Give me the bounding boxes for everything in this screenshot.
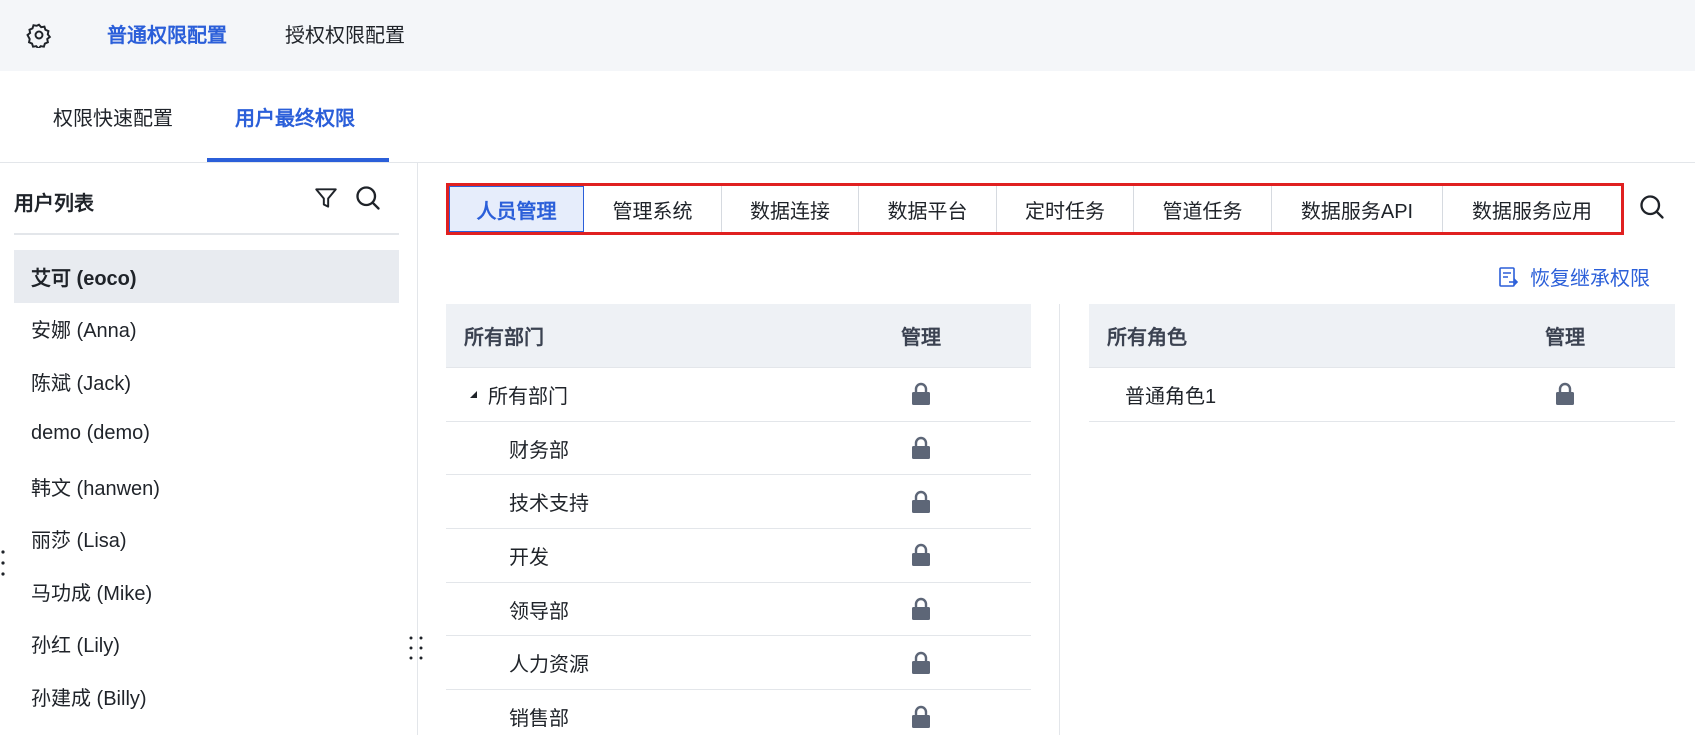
user-item[interactable]: 韩文 (hanwen) [14,460,399,513]
lock-icon[interactable] [1554,382,1576,406]
lock-icon[interactable] [910,705,932,729]
user-item[interactable]: 马功成 (Mike) [14,565,399,618]
department-name: 领导部 [509,600,569,623]
module-tab-data-platform[interactable]: 数据平台 [859,186,997,232]
table-row: 销售部 [446,690,1031,744]
user-list: 艾可 (eoco) 安娜 (Anna) 陈斌 (Jack) demo (demo… [14,250,399,723]
restore-label: 恢复继承权限 [1530,268,1650,290]
role-name: 普通角色1 [1125,385,1217,408]
user-item[interactable]: 丽莎 (Lisa) [14,513,399,566]
restore-icon [1499,266,1519,287]
lock-icon[interactable] [910,436,932,460]
top-bar: 普通权限配置 授权权限配置 [0,0,1695,71]
module-tabs: 人员管理 管理系统 数据连接 数据平台 定时任务 管道任务 数据服务API 数据… [446,183,1624,235]
divider [1059,304,1060,735]
search-icon[interactable] [1638,193,1666,221]
column-header: 管理 [901,327,941,349]
column-header: 所有角色 [1107,327,1187,349]
module-tab-system[interactable]: 管理系统 [584,186,722,232]
module-tab-data-api[interactable]: 数据服务API [1272,186,1443,232]
user-item[interactable]: 孙红 (Lily) [14,618,399,671]
divider [14,233,399,235]
table-row: 领导部 [446,583,1031,637]
filter-icon[interactable] [313,185,339,211]
table-header: 所有角色 管理 [1089,304,1675,368]
column-header: 管理 [1545,327,1585,349]
lock-icon[interactable] [910,543,932,567]
role-table: 所有角色 管理 普通角色1 [1089,304,1675,422]
table-row: 普通角色1 [1089,368,1675,422]
user-item[interactable]: 艾可 (eoco) [14,250,399,303]
tab-normal-permission[interactable]: 普通权限配置 [107,22,227,50]
table-row: 开发 [446,529,1031,583]
sub-tabs: 权限快速配置 用户最终权限 [0,71,1695,163]
search-icon[interactable] [354,184,382,212]
table-row: 所有部门 [446,368,1031,422]
department-name: 财务部 [509,439,569,462]
lock-icon[interactable] [910,490,932,514]
table-header: 所有部门 管理 [446,304,1031,368]
column-header: 所有部门 [464,327,544,349]
lock-icon[interactable] [910,651,932,675]
department-name: 开发 [509,546,549,569]
user-item[interactable]: demo (demo) [14,408,399,461]
tab-grant-permission[interactable]: 授权权限配置 [285,22,405,50]
resize-handle-icon[interactable] [407,635,425,661]
restore-inherit-button[interactable]: 恢复继承权限 [1498,262,1650,291]
tab-quick-config[interactable]: 权限快速配置 [53,105,173,133]
lock-icon[interactable] [910,597,932,621]
tab-user-final-permission[interactable]: 用户最终权限 [235,105,355,133]
department-table: 所有部门 管理 所有部门 财务部 技术支持 开发 领导部 人力资源 销售部 [446,304,1031,744]
user-item[interactable]: 陈斌 (Jack) [14,355,399,408]
user-item[interactable]: 孙建成 (Billy) [14,670,399,723]
user-list-title: 用户列表 [14,193,94,215]
department-name: 技术支持 [509,493,589,516]
collapse-handle-icon[interactable] [0,548,6,578]
department-name: 人力资源 [509,654,589,677]
department-name: 销售部 [509,708,569,731]
module-tab-data-app[interactable]: 数据服务应用 [1443,186,1621,232]
table-row: 技术支持 [446,475,1031,530]
lock-icon[interactable] [910,382,932,406]
table-row: 财务部 [446,422,1031,476]
user-list-panel: 用户列表 艾可 (eoco) 安娜 (Anna) 陈斌 (Jack) demo … [0,163,418,735]
gear-icon[interactable] [26,22,52,48]
expand-caret-icon[interactable] [468,389,478,399]
module-tab-pipeline-task[interactable]: 管道任务 [1134,186,1272,232]
module-tab-data-connection[interactable]: 数据连接 [722,186,859,232]
department-name: 所有部门 [488,385,568,408]
user-item[interactable]: 安娜 (Anna) [14,303,399,356]
module-tab-personnel[interactable]: 人员管理 [449,186,584,232]
table-row: 人力资源 [446,636,1031,691]
active-tab-indicator [207,158,389,162]
module-tab-scheduled-task[interactable]: 定时任务 [997,186,1134,232]
